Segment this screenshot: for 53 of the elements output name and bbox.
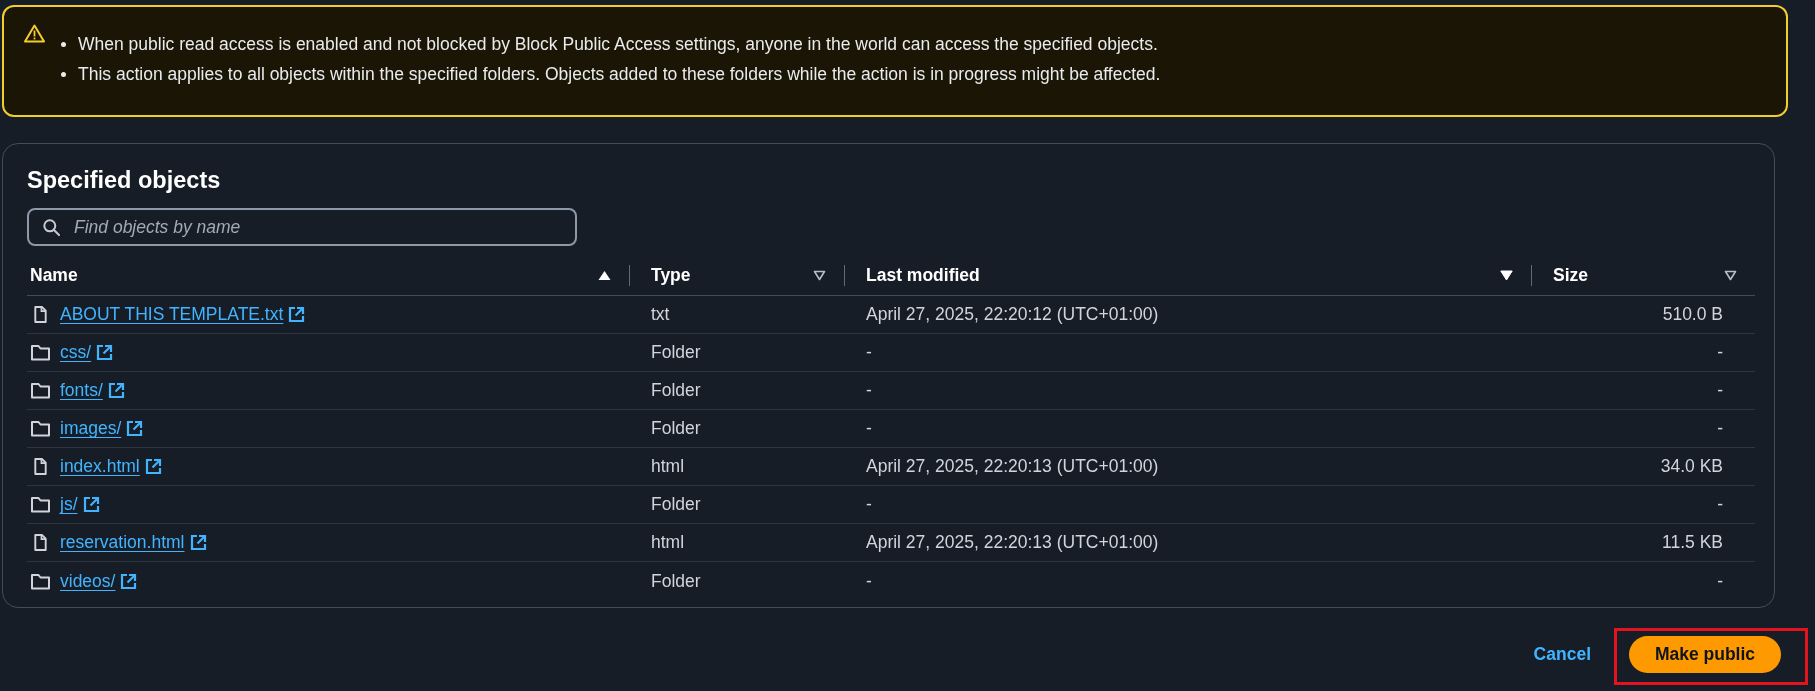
external-link-icon bbox=[120, 572, 138, 590]
table-cell-text: - bbox=[866, 493, 872, 517]
column-header[interactable]: Type bbox=[651, 262, 691, 289]
table-cell-text: - bbox=[866, 341, 872, 365]
external-link-icon bbox=[189, 534, 207, 551]
table-cell-text: 11.5 KB bbox=[1662, 531, 1723, 555]
column-header[interactable]: Size bbox=[1553, 262, 1589, 289]
table-cell-text: 34.0 KB bbox=[1660, 455, 1723, 479]
bullet-icon bbox=[61, 71, 66, 77]
table-cell-text: Folder bbox=[651, 417, 701, 441]
external-link-icon bbox=[82, 496, 100, 513]
external-link-icon bbox=[126, 420, 144, 437]
object-link[interactable]: index.html bbox=[60, 453, 162, 480]
table-cell-text: html bbox=[651, 455, 685, 479]
table-cell-text: - bbox=[1717, 379, 1723, 403]
search-icon bbox=[43, 219, 60, 236]
table-cell-text: Folder bbox=[651, 493, 701, 517]
external-link-icon bbox=[96, 344, 114, 361]
table-cell-text: April 27, 2025, 22:20:13 (UTC+01:00) bbox=[866, 531, 1159, 555]
table-cell-text: html bbox=[651, 531, 685, 555]
alert-text: When public read access is enabled and not blocked by Block Public Access settings, anyone in the world can access the specified objects. bbox=[78, 33, 1158, 56]
object-link[interactable]: css/ bbox=[60, 339, 114, 366]
table-cell-text: April 27, 2025, 22:20:13 (UTC+01:00) bbox=[866, 455, 1159, 479]
table-cell-text: Folder bbox=[651, 379, 701, 403]
table-cell-text: - bbox=[1717, 417, 1723, 441]
column-header[interactable]: Name bbox=[30, 262, 78, 289]
object-link[interactable]: videos/ bbox=[60, 567, 138, 595]
table-cell-text: - bbox=[866, 417, 872, 441]
table-cell-text: Folder bbox=[651, 341, 701, 365]
panel-title: Specified objects bbox=[27, 166, 222, 194]
table-cell-text: - bbox=[1717, 341, 1723, 365]
alert-text: This action applies to all objects within the specified folders. Objects added to these folders while the action is in progress might be affected. bbox=[78, 63, 1161, 86]
table-cell-text: - bbox=[866, 569, 872, 593]
external-link-icon bbox=[144, 458, 162, 475]
object-link[interactable]: ABOUT THIS TEMPLATE.txt bbox=[60, 301, 306, 328]
column-header[interactable]: Last modified bbox=[866, 262, 980, 289]
object-link[interactable]: reservation.html bbox=[60, 529, 207, 556]
external-link-icon bbox=[288, 306, 306, 323]
table-cell-text: - bbox=[866, 379, 872, 403]
make-public-button[interactable]: Make public bbox=[1629, 635, 1781, 673]
object-link[interactable]: fonts/ bbox=[60, 377, 125, 404]
table-cell-text: Folder bbox=[651, 569, 701, 593]
table-cell-text: - bbox=[1717, 493, 1723, 517]
external-link-icon bbox=[107, 382, 125, 399]
table-cell-text: 510.0 B bbox=[1662, 303, 1723, 327]
cancel-button[interactable]: Cancel bbox=[1529, 635, 1595, 674]
table-cell-text: April 27, 2025, 22:20:12 (UTC+01:00) bbox=[866, 303, 1159, 327]
table-cell-text: txt bbox=[651, 303, 670, 327]
bullet-icon bbox=[61, 41, 66, 47]
table-cell-text: - bbox=[1717, 569, 1723, 593]
search-field[interactable]: Find objects by name bbox=[27, 208, 577, 246]
object-link[interactable]: js/ bbox=[60, 491, 100, 518]
object-link[interactable]: images/ bbox=[60, 415, 144, 442]
